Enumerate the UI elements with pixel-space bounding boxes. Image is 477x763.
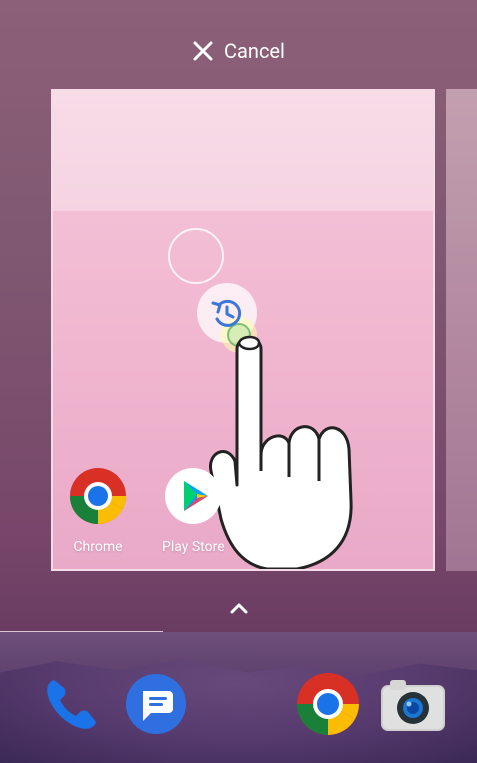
dock-item-camera[interactable] <box>380 676 446 736</box>
dock-item-messages[interactable] <box>125 673 187 739</box>
chrome-icon <box>296 673 360 740</box>
messages-icon <box>125 674 187 739</box>
cancel-button[interactable]: Cancel <box>190 38 285 64</box>
dock-item-phone[interactable] <box>38 672 104 742</box>
preview-card-top <box>53 91 433 211</box>
play-store-icon <box>164 467 222 529</box>
app-play-store[interactable]: Play Store <box>162 467 225 555</box>
dock-item-chrome[interactable] <box>296 672 360 740</box>
app-play-store-label: Play Store <box>162 539 225 555</box>
close-icon <box>190 38 216 64</box>
camera-icon <box>380 680 446 736</box>
app-chrome[interactable]: Chrome <box>69 467 127 555</box>
chrome-icon <box>69 467 127 529</box>
app-chrome-label: Chrome <box>73 539 123 555</box>
chevron-up-icon[interactable] <box>226 598 252 622</box>
next-preview-card[interactable] <box>446 89 477 571</box>
home-screen-preview-card[interactable]: Chrome Play Store <box>51 89 435 571</box>
phone-icon <box>38 680 104 742</box>
touch-target-ring <box>168 228 224 284</box>
hand-gesture-icon <box>201 325 381 569</box>
cancel-label: Cancel <box>224 39 285 63</box>
